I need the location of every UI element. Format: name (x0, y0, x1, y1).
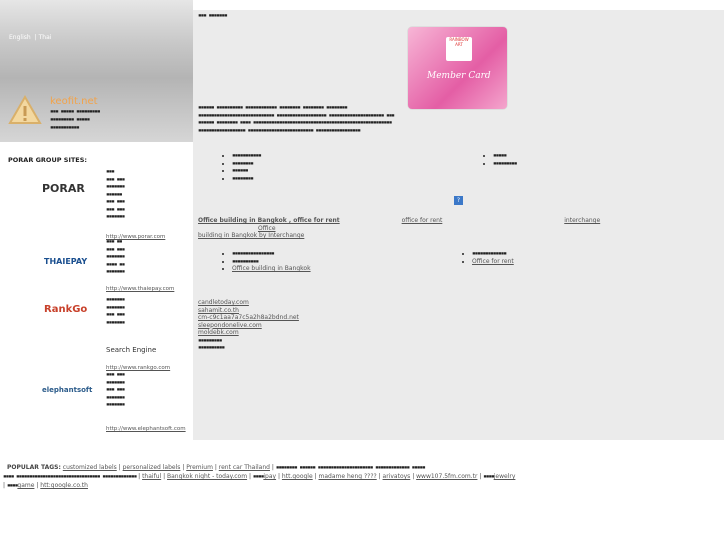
left-bullet-list: ▪▪▪▪▪▪▪▪▪▪▪ ▪▪▪▪▪▪▪▪ ▪▪▪▪▪▪ ▪▪▪▪▪▪▪▪ (222, 152, 262, 183)
rankgo-extra: Search Engine (106, 346, 157, 354)
member-card-title: Member Card (427, 71, 491, 81)
partner-link[interactable]: moldebk.com (198, 329, 299, 337)
tag-link[interactable]: arivatoys (383, 473, 411, 480)
tag-link[interactable]: thaiful (142, 473, 161, 480)
tag-link[interactable]: Bangkok night - today.com (167, 473, 247, 480)
member-card-banner[interactable]: RAINBOW ART Member Card (408, 27, 507, 109)
tag-link[interactable]: ipay (263, 473, 276, 480)
partner-link[interactable]: ▪▪▪▪▪▪▪▪▪ (198, 337, 299, 345)
rainbow-badge: RAINBOW ART (446, 37, 472, 61)
lang-thai[interactable]: Thai (39, 34, 52, 41)
main-heading: ▪▪▪ ▪▪▪▪▪▪▪ (198, 12, 228, 19)
list-item[interactable]: Office for rent (472, 258, 514, 266)
site-title[interactable]: keofit.net (50, 96, 98, 107)
list-item[interactable]: ▪▪▪▪▪▪▪▪ (232, 160, 261, 168)
elephantsoft-description: ▪▪▪ ▪▪▪ ▪▪▪▪▪▪▪ ▪▪▪ ▪▪▪ ▪▪▪▪▪▪▪ ▪▪▪▪▪▪▪ (106, 371, 125, 408)
tag-link[interactable]: htt:google.co.th (40, 482, 88, 489)
porar-group-label: PORAR GROUP SITES: (8, 156, 88, 164)
office-section: Office building in Bangkok , office for … (198, 217, 628, 240)
tag-link[interactable]: rent car Thailand (219, 464, 270, 471)
list-item[interactable]: ▪▪▪▪▪▪ (232, 167, 261, 175)
language-switch: English | Thai (9, 34, 52, 41)
tag-link[interactable]: customized labels (63, 464, 117, 471)
porar-description: ▪▪▪ ▪▪▪ ▪▪▪ ▪▪▪▪▪▪▪ ▪▪▪▪▪▪ ▪▪▪ ▪▪▪ ▪▪▪ ▪▪▪ ▪▪▪… (106, 168, 125, 220)
partner-link[interactable]: sleepondonelive.com (198, 322, 299, 330)
office-link[interactable]: Office (258, 225, 276, 232)
partner-link[interactable]: sahamit.co.th (198, 307, 299, 315)
office-title-link[interactable]: Office building in Bangkok , office for … (198, 217, 340, 224)
tag-link[interactable]: jewelry (494, 473, 516, 480)
office-bullet-list: ▪▪▪▪▪▪▪▪▪▪▪▪▪▪▪▪ ▪▪▪▪▪▪▪▪▪▪ Office build… (222, 250, 311, 273)
tag-link[interactable]: htt.google (282, 473, 313, 480)
office-for-rent-link[interactable]: office for rent (402, 217, 443, 224)
partner-link[interactable]: ▪▪▪▪▪▪▪▪▪▪ (198, 344, 299, 352)
lang-english[interactable]: English (9, 34, 31, 41)
elephantsoft-logo[interactable]: elephantsoft (42, 386, 92, 394)
partner-link[interactable]: cm-c9c1aa7a7c5a2h8a2bdnd.net (198, 314, 299, 322)
list-item[interactable]: ▪▪▪▪▪▪▪▪▪▪ (232, 258, 311, 266)
tag-link[interactable]: personalized labels (123, 464, 181, 471)
interchange-link[interactable]: interchange (564, 217, 600, 224)
list-item[interactable]: ▪▪▪▪▪ (493, 152, 517, 160)
tag-link[interactable]: Premium (186, 464, 213, 471)
list-item[interactable]: ▪▪▪▪▪▪▪▪▪▪▪ (232, 152, 262, 160)
list-item[interactable]: ▪▪▪▪▪▪▪▪▪ (493, 160, 517, 168)
list-item[interactable]: ▪▪▪▪▪▪▪▪▪▪▪▪▪▪▪▪ (232, 250, 311, 258)
tag-link[interactable]: madame heng ???? (319, 473, 377, 480)
tag-link[interactable]: game (17, 482, 34, 489)
rankgo-logo[interactable]: RankGo (44, 304, 87, 315)
right-bullet-list: ▪▪▪▪▪ ▪▪▪▪▪▪▪▪▪ (483, 152, 517, 167)
list-item[interactable]: Office building in Bangkok (232, 265, 311, 273)
building-interchange-link[interactable]: building in Bangkok by Interchange (198, 232, 304, 239)
office-building-link[interactable]: Office building in Bangkok (232, 265, 311, 272)
office-for-rent-item-link[interactable]: Office for rent (472, 258, 514, 265)
tag-link[interactable]: www107.5fm.com.tr (416, 473, 477, 480)
thaiepay-description: ▪▪▪ ▪▪ ▪▪▪ ▪▪▪ ▪▪▪▪▪▪▪ ▪▪▪▪ ▪▪ ▪▪▪▪▪▪▪ (106, 238, 125, 275)
article-text: ▪▪▪▪▪▪ ▪▪▪▪▪▪▪▪▪▪ ▪▪▪▪▪▪▪▪▪▪▪▪ ▪▪▪▪▪▪▪▪ … (198, 104, 395, 134)
thaiepay-logo[interactable]: THAIEPAY (44, 257, 87, 266)
thaiepay-link[interactable]: http://www.thaiepay.com (106, 286, 174, 292)
office-bullet-list-right: ▪▪▪▪▪▪▪▪▪▪▪▪▪ Office for rent (462, 250, 514, 265)
partner-links: candletoday.com sahamit.co.th cm-c9c1aa7… (198, 299, 299, 352)
warning-icon (8, 95, 42, 124)
help-icon[interactable]: ? (454, 196, 463, 205)
rankgo-description: ▪▪▪▪▪▪▪ ▪▪▪▪▪▪▪ ▪▪▪ ▪▪▪ ▪▪▪▪▪▪▪ (106, 296, 125, 326)
sidebar: English | Thai keofit.net ▪▪▪ ▪▪▪▪▪ ▪▪▪▪▪… (0, 0, 193, 440)
list-item[interactable]: ▪▪▪▪▪▪▪▪▪▪▪▪▪ (472, 250, 514, 258)
partner-link[interactable]: candletoday.com (198, 299, 299, 307)
list-item[interactable]: ▪▪▪▪▪▪▪▪ (232, 175, 261, 183)
site-description: ▪▪▪ ▪▪▪▪▪ ▪▪▪▪▪▪▪▪▪ ▪▪▪▪▪▪▪▪▪ ▪▪▪▪▪ ▪▪▪▪▪▪… (50, 108, 101, 131)
elephantsoft-link[interactable]: http://www.elephantsoft.com (106, 426, 186, 432)
popular-tags-label: POPULAR TAGS: (7, 464, 61, 471)
porar-logo[interactable]: PORAR (42, 182, 85, 195)
